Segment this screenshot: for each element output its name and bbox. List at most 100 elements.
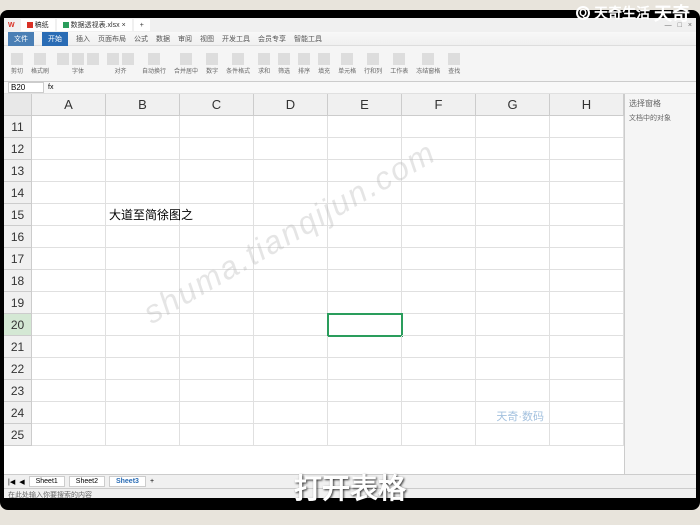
sheet-tab-1[interactable]: Sheet1: [29, 476, 65, 487]
row-header[interactable]: 17: [4, 248, 32, 270]
name-box[interactable]: B20: [8, 82, 44, 93]
cell[interactable]: [476, 116, 550, 138]
ribbon-merge[interactable]: 合并居中: [171, 53, 201, 75]
cell[interactable]: [254, 402, 328, 424]
cell[interactable]: [32, 270, 106, 292]
cell[interactable]: [180, 336, 254, 358]
cell[interactable]: [180, 424, 254, 446]
cell[interactable]: [106, 270, 180, 292]
cell[interactable]: [180, 116, 254, 138]
cell[interactable]: [476, 336, 550, 358]
cell[interactable]: [180, 380, 254, 402]
cell[interactable]: [254, 182, 328, 204]
ribbon-fill[interactable]: 填充: [315, 53, 333, 75]
cell[interactable]: [32, 248, 106, 270]
cell[interactable]: [402, 160, 476, 182]
cell[interactable]: [550, 424, 624, 446]
col-header-b[interactable]: B: [106, 94, 180, 115]
cell[interactable]: [550, 292, 624, 314]
ribbon-rowcol[interactable]: 行和列: [361, 53, 385, 75]
fx-icon[interactable]: fx: [48, 84, 53, 91]
cell[interactable]: [402, 116, 476, 138]
ribbon-font[interactable]: 字体: [54, 53, 102, 75]
tab-file[interactable]: 文件: [8, 32, 34, 46]
cell[interactable]: [402, 138, 476, 160]
cell[interactable]: [254, 314, 328, 336]
cell[interactable]: [328, 248, 402, 270]
cell[interactable]: [106, 116, 180, 138]
cell[interactable]: [106, 182, 180, 204]
cell[interactable]: [32, 226, 106, 248]
cell[interactable]: [402, 248, 476, 270]
row-header[interactable]: 19: [4, 292, 32, 314]
cell[interactable]: [180, 204, 254, 226]
cell[interactable]: [180, 182, 254, 204]
col-header-e[interactable]: E: [328, 94, 402, 115]
row-header[interactable]: 22: [4, 358, 32, 380]
cell[interactable]: [328, 160, 402, 182]
cell[interactable]: [476, 182, 550, 204]
cell[interactable]: [32, 138, 106, 160]
ribbon-filter[interactable]: 筛选: [275, 53, 293, 75]
cell[interactable]: [254, 424, 328, 446]
col-header-f[interactable]: F: [402, 94, 476, 115]
cell[interactable]: [32, 402, 106, 424]
tab-member[interactable]: 会员专享: [258, 34, 286, 44]
row-header[interactable]: 25: [4, 424, 32, 446]
cell[interactable]: [402, 424, 476, 446]
cell[interactable]: [476, 270, 550, 292]
cell[interactable]: [32, 116, 106, 138]
cell[interactable]: [550, 204, 624, 226]
row-header[interactable]: 12: [4, 138, 32, 160]
cell[interactable]: [328, 204, 402, 226]
row-header[interactable]: 11: [4, 116, 32, 138]
cell[interactable]: [180, 160, 254, 182]
cell[interactable]: [476, 424, 550, 446]
row-header[interactable]: 14: [4, 182, 32, 204]
ribbon-sheet[interactable]: 工作表: [387, 53, 411, 75]
cells-area[interactable]: 大道至简徐图之: [32, 116, 624, 446]
cell[interactable]: [106, 402, 180, 424]
cell[interactable]: [402, 336, 476, 358]
cell[interactable]: [402, 358, 476, 380]
cell[interactable]: [328, 336, 402, 358]
cell[interactable]: [476, 138, 550, 160]
col-header-c[interactable]: C: [180, 94, 254, 115]
col-header-d[interactable]: D: [254, 94, 328, 115]
cell[interactable]: [32, 424, 106, 446]
cell[interactable]: 大道至简徐图之: [106, 204, 180, 226]
cell[interactable]: [550, 116, 624, 138]
cell[interactable]: [402, 182, 476, 204]
col-header-h[interactable]: H: [550, 94, 624, 115]
cell[interactable]: [106, 358, 180, 380]
cell[interactable]: [32, 292, 106, 314]
cell[interactable]: [402, 204, 476, 226]
ribbon-number[interactable]: 数字: [203, 53, 221, 75]
cell[interactable]: [106, 380, 180, 402]
cell[interactable]: [328, 292, 402, 314]
col-header-a[interactable]: A: [32, 94, 106, 115]
cell[interactable]: [550, 336, 624, 358]
ribbon-copy[interactable]: 格式刷: [28, 53, 52, 75]
cell[interactable]: [402, 292, 476, 314]
cell[interactable]: [106, 226, 180, 248]
cell[interactable]: [180, 226, 254, 248]
tab-formula[interactable]: 公式: [134, 34, 148, 44]
cell[interactable]: [254, 248, 328, 270]
row-header[interactable]: 15: [4, 204, 32, 226]
cell[interactable]: [550, 226, 624, 248]
row-header[interactable]: 20: [4, 314, 32, 336]
cell[interactable]: [476, 160, 550, 182]
tab-view[interactable]: 视图: [200, 34, 214, 44]
cell[interactable]: [328, 424, 402, 446]
cell[interactable]: [550, 270, 624, 292]
cell[interactable]: [32, 314, 106, 336]
ribbon-freeze[interactable]: 冻结窗格: [413, 53, 443, 75]
ribbon-paste[interactable]: 剪切: [8, 53, 26, 75]
cell[interactable]: [254, 138, 328, 160]
cell[interactable]: [106, 292, 180, 314]
cell[interactable]: [32, 358, 106, 380]
cell[interactable]: [476, 314, 550, 336]
cell[interactable]: [328, 314, 402, 336]
row-header[interactable]: 18: [4, 270, 32, 292]
